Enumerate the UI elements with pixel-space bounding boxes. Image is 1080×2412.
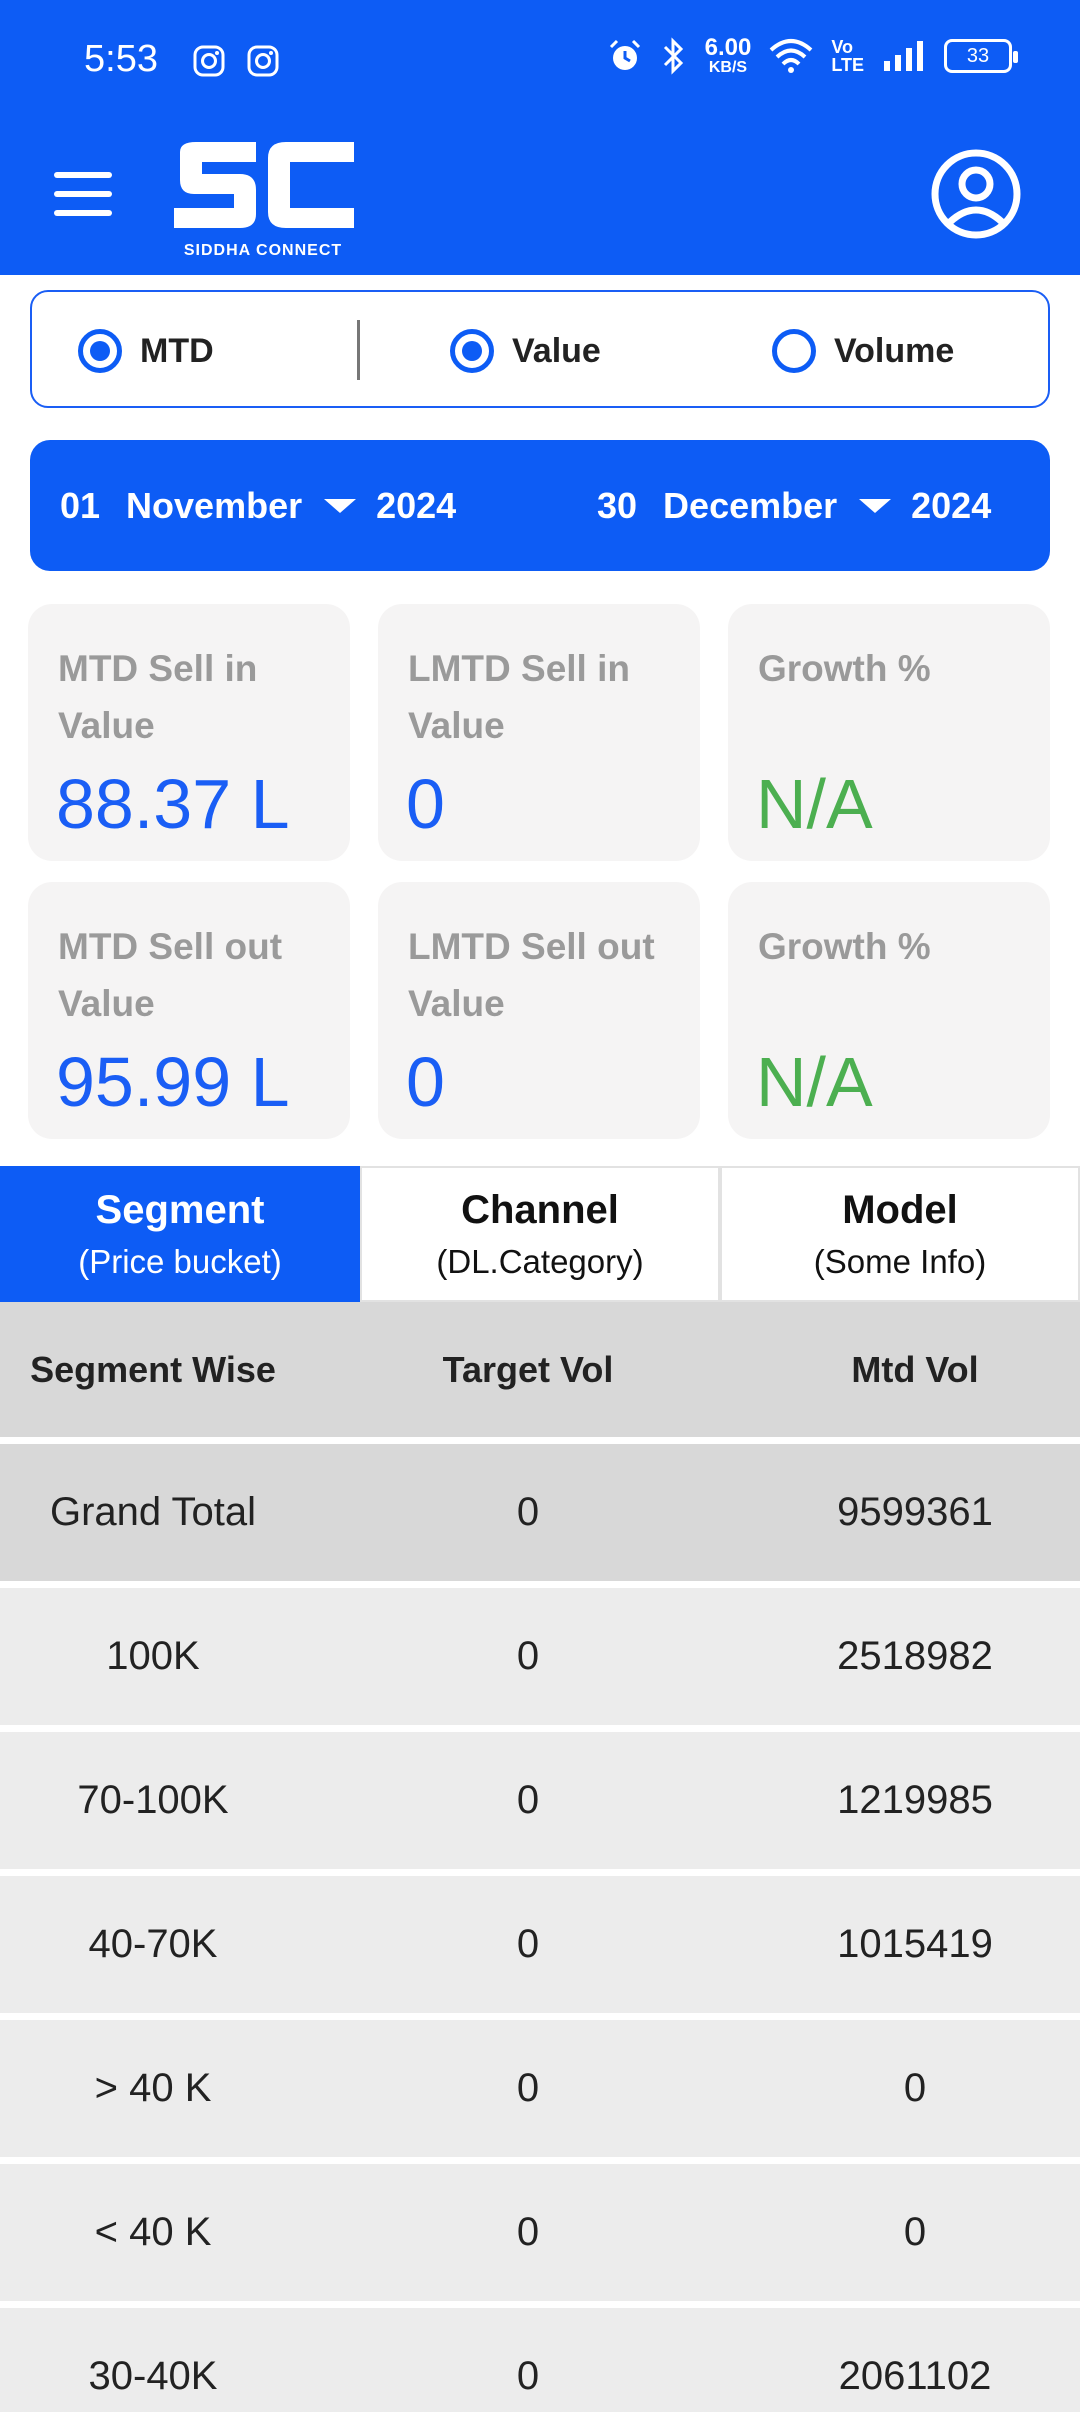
metric-card-mtd-sell-in: MTD Sell in Value 88.37 L [28,604,350,861]
tab-channel[interactable]: Channel (DL.Category) [360,1166,720,1302]
metric-value: N/A [756,765,873,843]
metric-label: MTD Sell in Value [58,648,258,746]
report-tabs: Segment (Price bucket) Channel (DL.Categ… [0,1166,1080,1302]
table-cell: 100K [106,1634,200,1678]
table-row[interactable]: > 40 K 0 0 [0,2020,1080,2164]
status-time: 5:53 [84,38,158,80]
table-row[interactable]: 100K 0 2518982 [0,1588,1080,1732]
app-header: 5:53 6.00 KB/S Vo LTE 33 SIDDHA CONNECT [0,0,1080,275]
radio-unchecked-icon[interactable] [772,329,816,373]
tab-segment[interactable]: Segment (Price bucket) [0,1166,360,1302]
logo-text: SIDDHA CONNECT [183,242,343,259]
volte-indicator: Vo LTE [831,37,864,75]
chevron-down-icon[interactable] [859,498,892,513]
metric-card-growth-sell-in: Growth % N/A [728,604,1050,861]
metric-card-lmtd-sell-out: LMTD Sell out Value 0 [378,882,700,1139]
table-row[interactable]: 30-40K 0 2061102 [0,2308,1080,2412]
radio-checked-icon[interactable] [450,329,494,373]
wifi-icon [769,39,813,73]
segment-table: Segment Wise Target Vol Mtd Vol Grand To… [0,1302,1080,2412]
table-cell: 0 [516,1490,540,1534]
table-cell: 0 [516,1634,540,1678]
status-bar: 5:53 6.00 KB/S Vo LTE 33 [0,0,1080,120]
chevron-down-icon[interactable] [324,498,357,513]
metric-card-growth-sell-out: Growth % N/A [728,882,1050,1139]
toggle-divider [357,320,360,380]
start-day[interactable]: 01 [60,485,100,527]
metric-label: LMTD Sell out Value [408,926,655,1024]
table-row[interactable]: 40-70K 0 1015419 [0,1876,1080,2020]
notification-icons [192,44,280,78]
column-header: Mtd Vol [851,1348,979,1390]
bluetooth-icon [663,37,683,75]
profile-icon[interactable] [930,148,1022,240]
battery-icon: 33 [944,39,1018,73]
table-cell: < 40 K [94,2210,212,2254]
table-cell: 1015419 [837,1922,993,1966]
metric-value: 0 [406,765,445,843]
siddha-connect-logo: SIDDHA CONNECT [168,136,358,266]
start-date-picker[interactable]: 01 November 2024 [60,440,456,571]
table-cell: 0 [903,2210,927,2254]
instagram-icon [247,45,279,77]
end-month[interactable]: December [663,485,837,527]
table-row[interactable]: 70-100K 0 1219985 [0,1732,1080,1876]
tab-model[interactable]: Model (Some Info) [720,1166,1080,1302]
date-range-bar: 01 November 2024 30 December 2024 [30,440,1050,571]
metric-card-lmtd-sell-in: LMTD Sell in Value 0 [378,604,700,861]
metric-label: Growth % [758,648,931,689]
start-year[interactable]: 2024 [376,485,456,527]
table-row[interactable]: < 40 K 0 0 [0,2164,1080,2308]
table-cell: 0 [903,2066,927,2110]
column-header: Segment Wise [30,1348,276,1390]
volume-radio-option[interactable]: Volume [772,292,954,410]
metric-card-mtd-sell-out: MTD Sell out Value 95.99 L [28,882,350,1139]
metric-value: N/A [756,1043,873,1121]
metric-label: Growth % [758,926,931,967]
table-cell: 9599361 [837,1490,993,1534]
value-radio-option[interactable]: Value [450,292,601,410]
table-cell: 40-70K [88,1922,218,1966]
table-cell: 0 [516,1922,540,1966]
metric-value: 95.99 L [56,1043,290,1121]
column-header: Target Vol [442,1348,614,1390]
start-month[interactable]: November [126,485,302,527]
filter-toggle-card: MTD Value Volume [30,290,1050,408]
metric-value: 88.37 L [56,765,290,843]
table-cell: Grand Total [49,1490,257,1534]
signal-icon [884,41,923,71]
radio-checked-icon[interactable] [78,329,122,373]
table-cell: 70-100K [77,1778,229,1822]
system-icons: 6.00 KB/S Vo LTE 33 [607,34,1018,76]
table-cell: 1219985 [837,1778,993,1822]
table-cell: 0 [516,2354,540,2398]
table-cell: 0 [516,2210,540,2254]
table-cell: 0 [516,1778,540,1822]
table-cell: > 40 K [94,2066,212,2110]
alarm-icon [609,39,640,70]
hamburger-menu-icon[interactable] [54,172,112,216]
table-cell: 30-40K [88,2354,218,2398]
sc-logo-mark [174,142,354,228]
table-row-grand-total[interactable]: Grand Total 0 9599361 [0,1444,1080,1588]
end-day[interactable]: 30 [597,485,637,527]
table-cell: 2061102 [838,2354,992,2398]
network-speed: 6.00 KB/S [704,34,752,76]
mtd-radio-option[interactable]: MTD [78,292,214,410]
end-date-picker[interactable]: 30 December 2024 [597,440,991,571]
end-year[interactable]: 2024 [911,485,991,527]
app-bar: SIDDHA CONNECT [0,120,1080,275]
table-cell: 2518982 [837,1634,993,1678]
instagram-icon [193,45,225,77]
metric-value: 0 [406,1043,445,1121]
metric-label: MTD Sell out Value [58,926,283,1024]
table-header-row: Segment Wise Target Vol Mtd Vol [0,1302,1080,1444]
table-cell: 0 [516,2066,540,2110]
metric-label: LMTD Sell in Value [408,648,630,746]
